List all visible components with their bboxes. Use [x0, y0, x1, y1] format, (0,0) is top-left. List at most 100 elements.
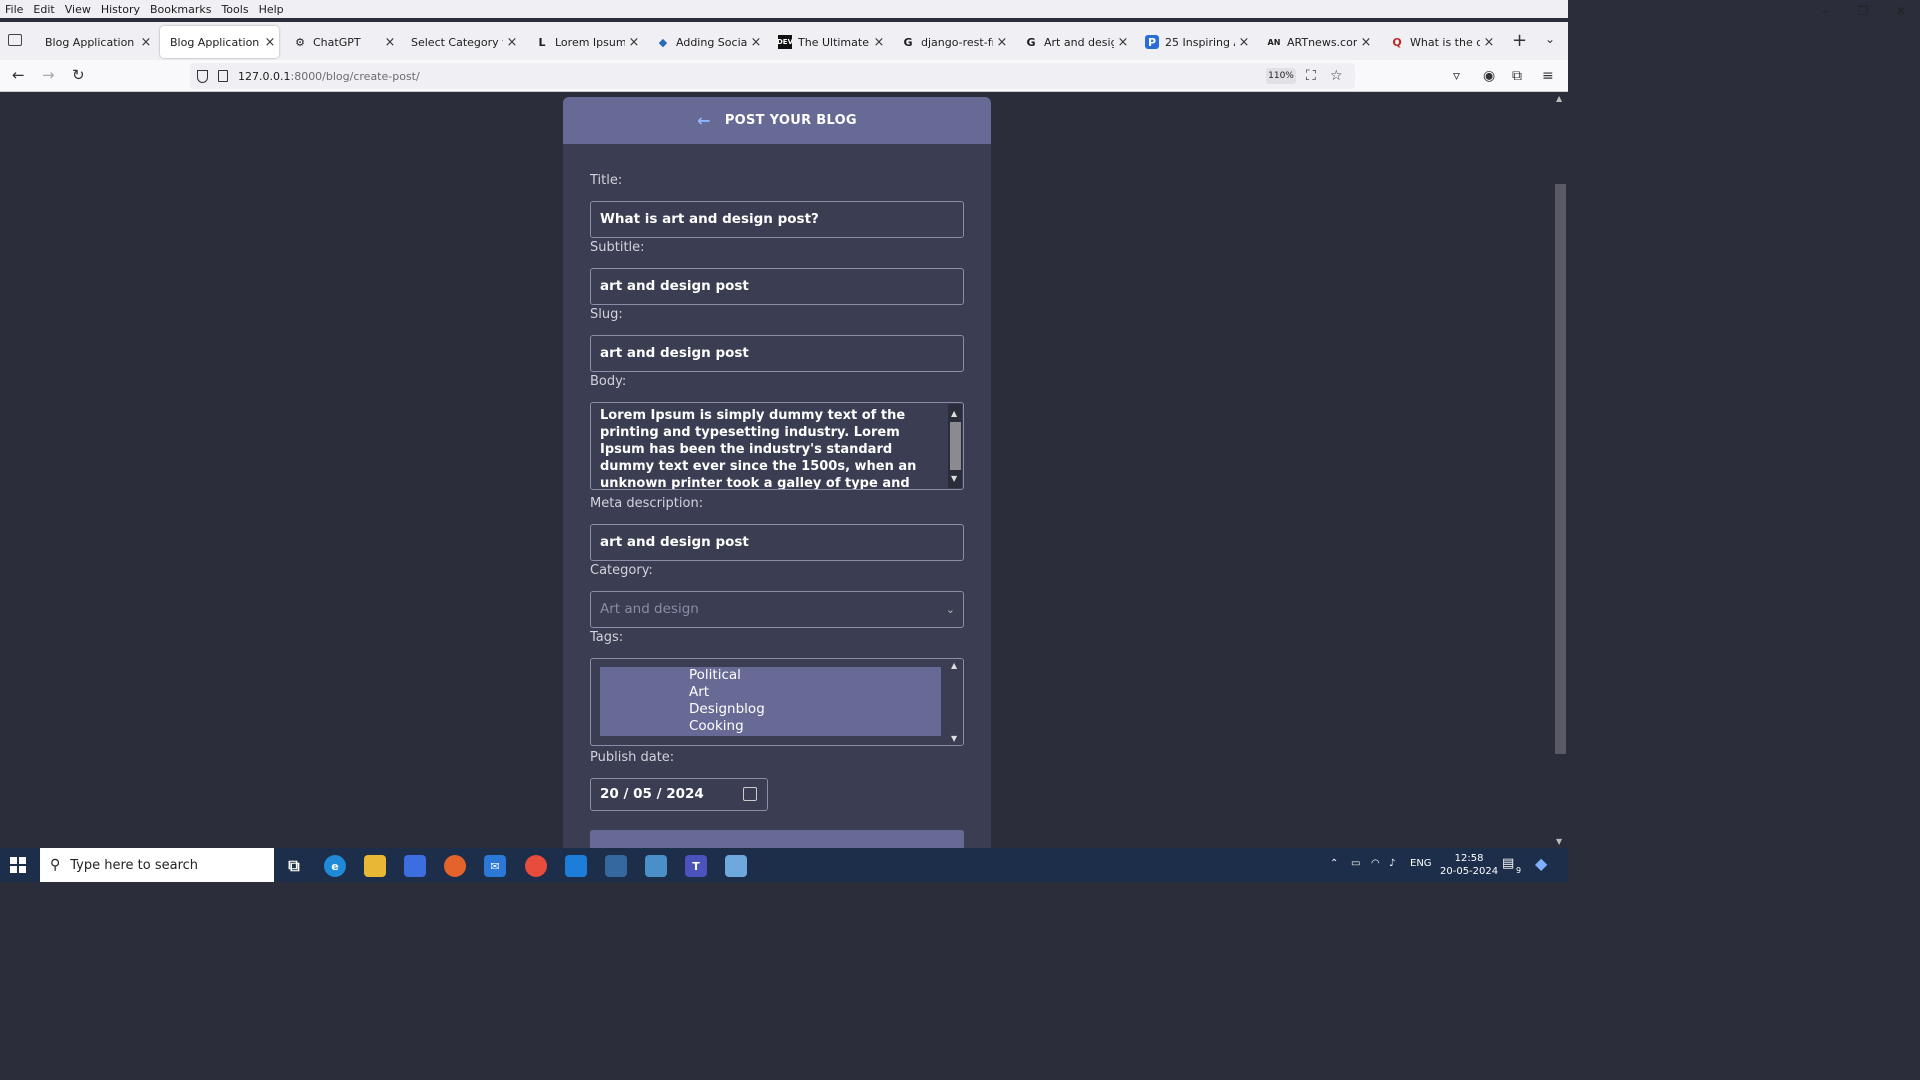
tag-option-cooking[interactable]: Cooking — [600, 718, 941, 735]
url-text[interactable]: 127.0.0.1:8000/blog/create-post/ — [238, 70, 420, 83]
tag-option-designblog[interactable]: Designblog — [600, 701, 941, 718]
close-icon[interactable]: × — [381, 35, 399, 50]
bookmark-star-icon[interactable]: ☆ — [1330, 68, 1343, 84]
close-icon[interactable]: × — [1480, 35, 1498, 50]
firefox-icon[interactable] — [444, 855, 466, 877]
close-icon[interactable]: × — [870, 35, 888, 50]
close-icon[interactable]: × — [1114, 35, 1132, 50]
tab-adding-social[interactable]: ◆ Adding Social Au× — [646, 26, 765, 58]
menu-edit[interactable]: Edit — [28, 3, 59, 16]
back-arrow-icon[interactable]: ← — [697, 111, 711, 130]
vscode-icon[interactable] — [565, 855, 587, 877]
tab-inspiring-art[interactable]: P 25 Inspiring Art B× — [1135, 26, 1253, 58]
close-icon[interactable]: × — [993, 35, 1011, 50]
restore-button[interactable]: ❐ — [1844, 0, 1882, 22]
back-arrow-icon[interactable]: ← — [12, 66, 25, 84]
scroll-down-icon[interactable]: ▼ — [951, 734, 957, 743]
address-bar[interactable]: 127.0.0.1:8000/blog/create-post/ — [190, 63, 1355, 89]
menu-help[interactable]: Help — [254, 3, 289, 16]
meta-description-input[interactable]: art and design post — [590, 524, 964, 561]
new-tab-icon[interactable]: + — [1512, 30, 1527, 51]
tab-django-rest[interactable]: Gdjango-rest-fram× — [891, 26, 1011, 58]
close-icon[interactable]: × — [1235, 35, 1253, 50]
tag-option-political[interactable]: Political — [600, 667, 941, 684]
language-indicator[interactable]: ENG — [1410, 858, 1432, 869]
close-icon[interactable]: × — [261, 35, 279, 50]
tab-ultimate-guide[interactable]: DEV The Ultimate Gui× — [768, 26, 888, 58]
tab-blog-application-2[interactable]: Blog Application × — [160, 26, 279, 58]
list-all-tabs-icon[interactable] — [8, 34, 22, 46]
close-icon[interactable]: × — [137, 35, 155, 50]
scroll-down-icon[interactable]: ▼ — [951, 470, 957, 487]
taskbar-search[interactable]: ⚲ Type here to search — [40, 848, 274, 882]
extensions-icon[interactable]: ⧉ — [1512, 68, 1522, 84]
store-icon[interactable] — [404, 855, 426, 877]
shield-icon[interactable] — [197, 69, 208, 83]
scroll-down-icon[interactable]: ▼ — [1556, 837, 1562, 846]
tab-artnews[interactable]: AN ARTnews.com – T× — [1257, 26, 1375, 58]
tags-scrollbar[interactable]: ▲ ▼ — [948, 660, 962, 744]
menu-bookmarks[interactable]: Bookmarks — [145, 3, 216, 16]
notepad-icon[interactable] — [645, 855, 667, 877]
scrollbar-thumb[interactable] — [950, 422, 961, 470]
tab-art-and-design[interactable]: G Art and design c× — [1014, 26, 1132, 58]
windows-start-icon[interactable] — [10, 857, 26, 873]
reload-icon[interactable]: ↻ — [72, 66, 85, 84]
translate-icon[interactable]: ⛶ — [1306, 68, 1316, 84]
title-input[interactable]: What is art and design post? — [590, 201, 964, 238]
body-scrollbar[interactable]: ▲ ▼ — [948, 404, 962, 488]
close-icon[interactable]: × — [503, 35, 521, 50]
minimize-button[interactable]: – — [1806, 0, 1844, 22]
tab-quora[interactable]: Q What is the differ× — [1380, 26, 1498, 58]
tab-select-category[interactable]: Select Category to ch× — [401, 26, 521, 58]
tag-option-art[interactable]: Art — [600, 684, 941, 701]
zoom-level[interactable]: 110% — [1266, 68, 1296, 84]
page-scrollbar-thumb[interactable] — [1555, 184, 1566, 754]
notifications-icon[interactable]: ▤ — [1502, 856, 1514, 871]
menu-history[interactable]: History — [96, 3, 145, 16]
copilot-icon[interactable]: ◆ — [1535, 854, 1547, 873]
chrome-icon[interactable] — [525, 855, 547, 877]
menu-view[interactable]: View — [60, 3, 96, 16]
tags-multiselect[interactable]: Political Art Designblog Cooking ▲ ▼ — [590, 658, 964, 746]
postgres-icon[interactable] — [605, 855, 627, 877]
chevron-down-icon[interactable]: ⌄ — [1545, 32, 1555, 46]
chevron-up-icon[interactable]: ⌃ — [1330, 858, 1338, 869]
close-icon[interactable]: × — [1357, 35, 1375, 50]
calendar-icon[interactable] — [743, 787, 757, 801]
file-explorer-icon[interactable] — [364, 855, 386, 877]
menu-tools[interactable]: Tools — [216, 3, 253, 16]
scroll-up-icon[interactable]: ▲ — [951, 405, 957, 422]
tab-blog-application-1[interactable]: Blog Application × — [35, 26, 155, 58]
volume-icon[interactable]: ♪ — [1389, 858, 1395, 869]
task-view-icon[interactable]: ⧉ — [283, 855, 305, 877]
navigation-bar: ← → ↻ 127.0.0.1:8000/blog/create-post/ 1… — [0, 60, 1568, 92]
subtitle-input[interactable]: art and design post — [590, 268, 964, 305]
page-scrollbar[interactable]: ▲ ▼ — [1553, 92, 1568, 848]
tab-lorem-ipsum[interactable]: L Lorem Ipsum - Al× — [525, 26, 643, 58]
paint-icon[interactable] — [725, 855, 747, 877]
edge-icon[interactable]: e — [324, 855, 346, 877]
teams-icon[interactable]: T — [685, 855, 707, 877]
scroll-up-icon[interactable]: ▲ — [1556, 94, 1562, 103]
close-icon[interactable]: × — [747, 35, 765, 50]
forward-arrow-icon[interactable]: → — [42, 66, 55, 84]
publish-date-input[interactable]: 20 / 05 / 2024 — [590, 778, 768, 811]
category-select[interactable]: Art and design ⌄ — [590, 591, 964, 628]
battery-icon[interactable]: ▭ — [1351, 858, 1360, 869]
clock[interactable]: 12:58 20-05-2024 — [1440, 852, 1498, 878]
pocket-icon[interactable]: ▿ — [1453, 68, 1460, 84]
scroll-up-icon[interactable]: ▲ — [951, 661, 957, 670]
tab-chatgpt[interactable]: ⚙ ChatGPT × — [283, 26, 399, 58]
close-icon[interactable]: × — [625, 35, 643, 50]
submit-button[interactable] — [590, 830, 964, 848]
mail-icon[interactable]: ✉ — [484, 855, 506, 877]
close-window-button[interactable]: ✕ — [1882, 0, 1920, 22]
page-icon[interactable] — [218, 70, 228, 82]
wifi-icon[interactable]: ◠ — [1371, 858, 1380, 869]
account-icon[interactable]: ◉ — [1483, 68, 1495, 84]
body-textarea[interactable]: Lorem Ipsum is simply dummy text of the … — [590, 402, 964, 490]
menu-file[interactable]: File — [0, 3, 28, 16]
slug-input[interactable]: art and design post — [590, 335, 964, 372]
hamburger-menu-icon[interactable]: ≡ — [1542, 68, 1554, 84]
